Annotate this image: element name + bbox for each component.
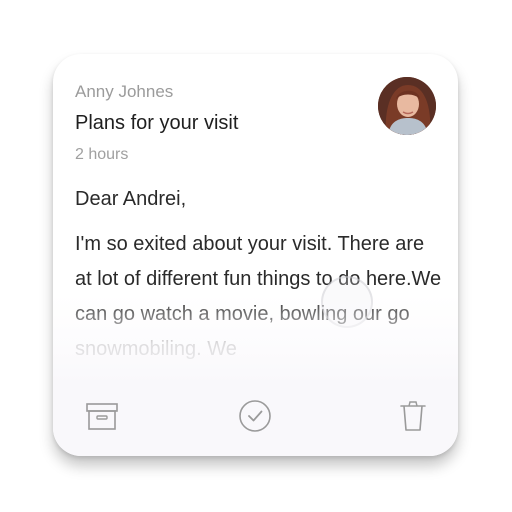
archive-button[interactable]	[84, 398, 120, 434]
trash-icon	[400, 401, 426, 431]
action-bar	[53, 380, 458, 456]
avatar[interactable]	[378, 77, 436, 135]
email-message: I'm so exited about your visit. There ar…	[75, 233, 442, 360]
email-subject: Plans for your visit	[75, 112, 239, 134]
tap-indicator	[321, 276, 373, 328]
avatar-photo	[378, 77, 436, 135]
email-timestamp: 2 hours	[75, 146, 129, 163]
archive-box-icon	[86, 403, 118, 430]
sender-name: Anny Johnes	[75, 82, 174, 101]
email-card[interactable]: Anny Johnes Plans for your visit 2 hours…	[53, 54, 458, 456]
email-greeting: Dear Andrei,	[75, 188, 187, 210]
check-circle-icon	[239, 400, 271, 432]
email-body: Dear Andrei, I'm so exited about your vi…	[75, 182, 445, 367]
delete-button[interactable]	[395, 398, 431, 434]
done-button[interactable]	[237, 398, 273, 434]
